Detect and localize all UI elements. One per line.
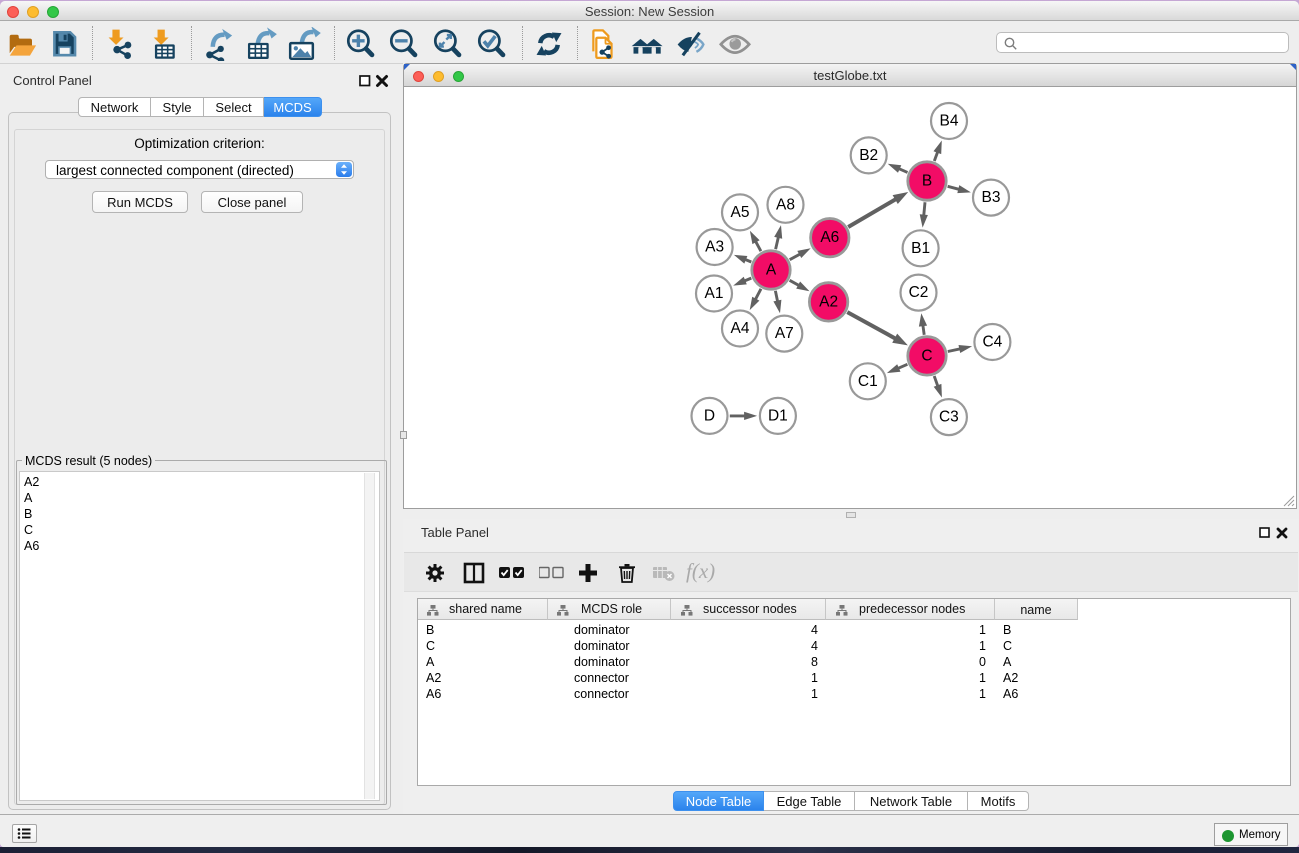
svg-text:C1: C1: [858, 373, 878, 390]
svg-text:A: A: [766, 262, 777, 279]
svg-text:B: B: [922, 173, 932, 190]
svg-text:B1: B1: [911, 240, 930, 257]
svg-text:A8: A8: [776, 196, 795, 213]
svg-text:A6: A6: [820, 229, 839, 246]
svg-text:D: D: [704, 407, 715, 424]
svg-text:A1: A1: [705, 285, 724, 302]
svg-text:A4: A4: [731, 320, 750, 337]
svg-text:A7: A7: [775, 325, 794, 342]
svg-text:C3: C3: [939, 409, 959, 426]
svg-text:C: C: [921, 347, 932, 364]
svg-text:B4: B4: [940, 113, 959, 130]
svg-text:A3: A3: [705, 239, 724, 256]
svg-text:A5: A5: [731, 204, 750, 221]
svg-text:C4: C4: [982, 334, 1002, 351]
svg-text:D1: D1: [768, 407, 788, 424]
svg-text:B3: B3: [982, 189, 1001, 206]
svg-text:B2: B2: [859, 147, 878, 164]
svg-text:C2: C2: [909, 284, 929, 301]
svg-text:A2: A2: [819, 293, 838, 310]
